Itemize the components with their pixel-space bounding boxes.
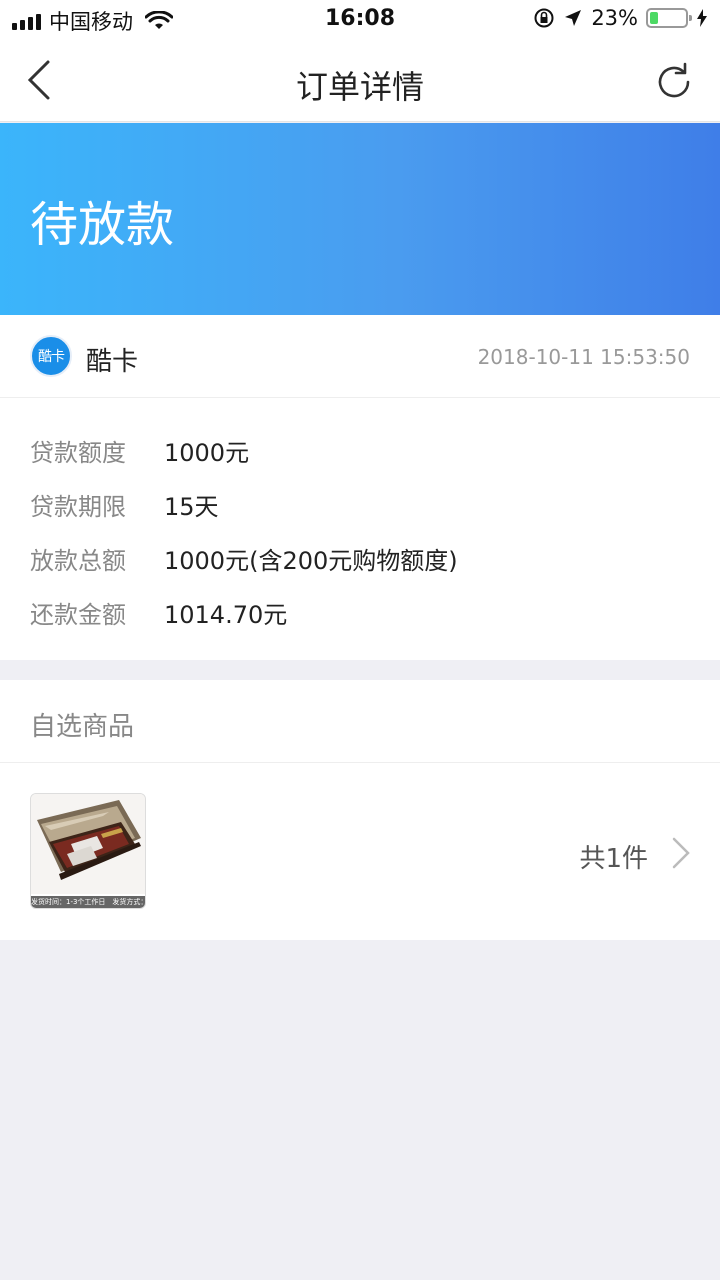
order-timestamp: 2018-10-11 15:53:50 <box>477 345 690 369</box>
detail-row-loan-limit: 贷款额度 1000元 <box>30 433 249 468</box>
goods-count[interactable]: 共1件 <box>579 838 648 875</box>
product-thumbnail[interactable]: 发货时间：1-3个工作日 发货方式：快递 <box>30 793 146 909</box>
goods-header: 自选商品 <box>0 680 720 763</box>
detail-value: 1000元 <box>164 439 250 467</box>
detail-label: 贷款期限 <box>30 493 126 521</box>
detail-value: 15天 <box>164 493 219 521</box>
thumbnail-caption: 发货时间：1-3个工作日 发货方式：快递 <box>31 896 145 908</box>
detail-label: 贷款额度 <box>30 439 126 467</box>
loan-detail-card: 酷卡 酷卡 2018-10-11 15:53:50 贷款额度 1000元 贷款期… <box>0 315 720 660</box>
detail-value: 1000元(含200元购物额度) <box>164 547 458 575</box>
detail-label: 放款总额 <box>30 547 126 575</box>
battery-percent: 23% <box>591 6 638 30</box>
refresh-icon[interactable] <box>652 60 696 104</box>
detail-label: 还款金额 <box>30 601 126 629</box>
detail-row-loan-term: 贷款期限 15天 <box>30 487 219 522</box>
chevron-right-icon[interactable] <box>670 835 692 871</box>
merchant-row: 酷卡 酷卡 2018-10-11 15:53:50 <box>0 315 720 398</box>
location-icon <box>565 10 582 26</box>
nav-bar: 订单详情 <box>0 40 720 122</box>
status-banner: 待放款 <box>0 123 720 315</box>
selected-goods-section: 自选商品 发货时间：1-3个工作日 发货方式：快递 共1件 <box>0 680 720 940</box>
status-bar: 中国移动 16:08 23% <box>0 0 720 40</box>
order-status: 待放款 <box>30 197 175 253</box>
detail-row-disbursement-total: 放款总额 1000元(含200元购物额度) <box>30 541 458 576</box>
detail-row-repayment-amount: 还款金额 1014.70元 <box>30 595 287 630</box>
goods-section-title: 自选商品 <box>30 712 135 742</box>
charging-bolt-icon <box>697 9 707 27</box>
product-image <box>31 794 145 894</box>
page-title: 订单详情 <box>295 68 424 106</box>
merchant-name: 酷卡 <box>86 347 139 377</box>
detail-value: 1014.70元 <box>164 601 288 629</box>
battery-icon <box>646 8 692 28</box>
rotation-lock-icon <box>534 8 554 28</box>
battery-fill <box>650 12 658 24</box>
merchant-logo: 酷卡 <box>30 335 72 377</box>
